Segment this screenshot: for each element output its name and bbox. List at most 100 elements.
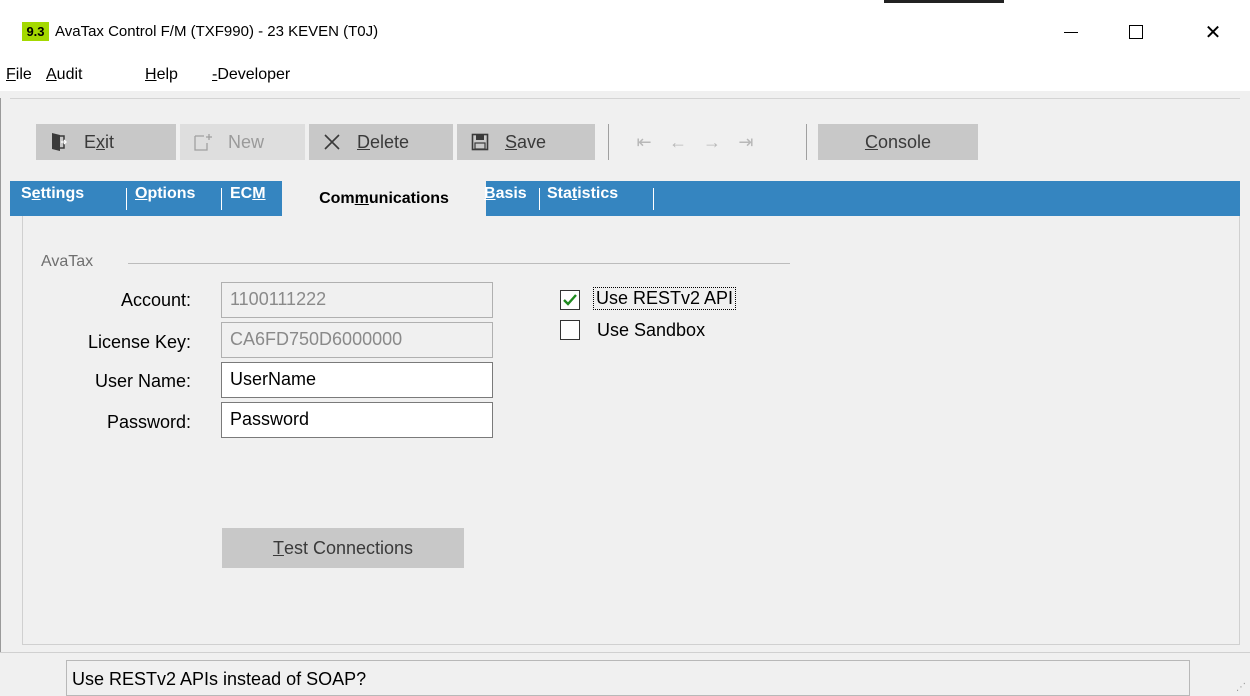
tab-statistics-start: Sta: [547, 185, 572, 202]
console-label-end: onsole: [877, 131, 932, 152]
close-icon: ✕: [1204, 21, 1222, 44]
tab-options[interactable]: Options: [135, 185, 195, 203]
tab-communications-start: Com: [319, 189, 355, 207]
tab-divider: [653, 188, 654, 210]
tab-ecm-mnemonic: M: [252, 185, 266, 202]
exit-label-start: E: [84, 131, 97, 152]
maximize-icon: [1129, 25, 1143, 39]
app-version-badge: 9.3: [22, 22, 49, 41]
window-title: AvaTax Control F/M (TXF990) - 23 KEVEN (…: [55, 23, 379, 40]
new-button[interactable]: New: [180, 124, 305, 160]
use-sandbox-label[interactable]: Use Sandbox: [597, 320, 705, 341]
account-label: Account:: [120, 290, 191, 310]
tab-settings-mnemonic: e: [31, 185, 41, 202]
save-label-end: ave: [517, 131, 547, 152]
console-label: Console: [865, 132, 931, 153]
console-mnemonic: C: [864, 131, 878, 152]
password-label: Password:: [106, 412, 191, 432]
tab-communications[interactable]: Com m unications: [282, 181, 486, 216]
tab-strip: Settings Options ECM Com m unications Basi…: [10, 181, 1240, 216]
minimize-icon: [1064, 31, 1078, 33]
tab-settings-start: S: [21, 185, 32, 202]
new-label: New: [228, 131, 265, 152]
tab-statistics[interactable]: Statistics: [547, 185, 618, 203]
tab-communications-mnemonic: m: [354, 189, 369, 207]
last-record-icon[interactable]: ⇥: [732, 131, 760, 153]
tab-statistics-end: istics: [577, 185, 619, 202]
tab-settings[interactable]: Settings: [21, 185, 84, 203]
menu-developer[interactable]: -Developer: [212, 66, 290, 84]
title-bar: 9.3 AvaTax Control F/M (TXF990) - 23 KEV…: [0, 0, 1250, 63]
toolbar-separator: [806, 124, 807, 160]
resize-grip-icon[interactable]: ⋰: [1236, 682, 1246, 693]
user-name-field[interactable]: UserName: [221, 362, 493, 398]
delete-label-end: elete: [370, 131, 410, 152]
tab-divider: [221, 188, 222, 210]
status-message: Use RESTv2 APIs instead of SOAP?: [66, 660, 1190, 696]
window-left-border: [0, 98, 1, 658]
license-key-label: License Key:: [87, 332, 191, 352]
exit-label: Exit: [84, 132, 114, 153]
toolbar: Exit New Delete Save ⇤ ← → ⇥ Console: [10, 98, 1240, 182]
previous-record-icon[interactable]: ←: [664, 131, 692, 153]
account-field[interactable]: 1100111222: [221, 282, 493, 318]
tab-basis[interactable]: Basis: [484, 185, 527, 203]
console-button[interactable]: Console: [818, 124, 978, 160]
delete-button[interactable]: Delete: [309, 124, 453, 160]
communications-panel: [22, 216, 1240, 645]
checkmark-icon: [563, 294, 577, 306]
test-connections-button[interactable]: Test Connections: [222, 528, 464, 568]
delete-label: Delete: [357, 132, 409, 153]
title-accent-line: [884, 0, 1004, 3]
tab-ecm-start: EC: [230, 185, 253, 202]
delete-x-icon: [321, 131, 343, 153]
tab-divider: [539, 188, 540, 210]
next-record-icon[interactable]: →: [698, 131, 726, 153]
menu-help-mnemonic: H: [145, 66, 157, 83]
license-key-field[interactable]: CA6FD750D6000000: [221, 322, 493, 358]
first-record-icon[interactable]: ⇤: [630, 131, 658, 153]
use-sandbox-checkbox[interactable]: [560, 320, 580, 340]
tab-basis-mnemonic: B: [484, 185, 496, 202]
use-rest-checkbox[interactable]: [560, 290, 580, 310]
delete-mnemonic: D: [357, 131, 370, 152]
menu-help[interactable]: Help: [145, 66, 178, 84]
tab-divider: [126, 188, 127, 210]
tab-ecm[interactable]: ECM: [230, 185, 266, 203]
use-rest-label[interactable]: Use RESTv2 API: [592, 287, 737, 310]
avatax-group-title: AvaTax: [41, 253, 94, 270]
save-disk-icon: [469, 131, 491, 153]
password-field[interactable]: Password: [221, 402, 493, 438]
menu-bar: File Audit Help -Developer: [0, 63, 1250, 91]
tab-options-end: ptions: [147, 185, 196, 202]
save-label: Save: [505, 132, 546, 153]
exit-icon: [48, 131, 70, 153]
save-mnemonic: S: [505, 131, 518, 152]
exit-button[interactable]: Exit: [36, 124, 176, 160]
menu-audit[interactable]: Audit: [46, 66, 82, 84]
maximize-button[interactable]: [1113, 12, 1159, 52]
minimize-button[interactable]: [1048, 12, 1094, 52]
new-document-icon: [192, 131, 214, 153]
menu-file-label: ile: [15, 66, 32, 83]
menu-help-label: elp: [156, 66, 178, 83]
group-divider: [128, 263, 790, 264]
app-window: 9.3 AvaTax Control F/M (TXF990) - 23 KEV…: [0, 0, 1250, 696]
tab-options-mnemonic: O: [135, 185, 148, 202]
tab-basis-end: asis: [495, 185, 527, 202]
tab-communications-end: unications: [368, 189, 449, 207]
toolbar-separator: [608, 124, 609, 160]
menu-developer-label: Developer: [217, 66, 291, 83]
menu-audit-mnemonic: A: [46, 66, 57, 83]
exit-mnemonic: x: [96, 131, 106, 152]
menu-audit-label: udit: [56, 66, 83, 83]
menu-file-mnemonic: F: [6, 66, 16, 83]
user-name-label: User Name:: [94, 371, 191, 391]
close-button[interactable]: ✕: [1190, 12, 1236, 52]
test-connections-mnemonic: T: [272, 537, 284, 558]
test-connections-label: est Connections: [283, 537, 414, 558]
exit-label-end: it: [105, 131, 115, 152]
save-button[interactable]: Save: [457, 124, 595, 160]
record-navigation-group: ⇤ ← → ⇥: [626, 124, 806, 160]
menu-file[interactable]: File: [6, 66, 32, 84]
